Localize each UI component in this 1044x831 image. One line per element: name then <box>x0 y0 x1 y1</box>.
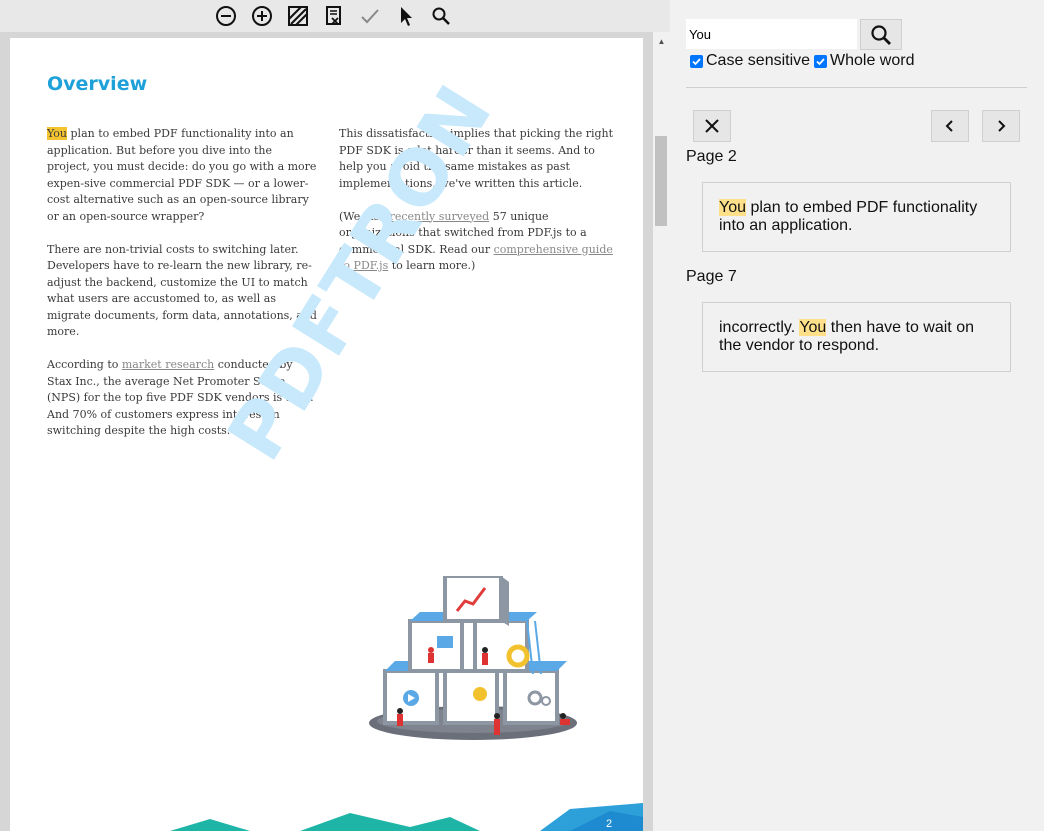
search-button[interactable] <box>860 19 902 50</box>
checkmark-button[interactable] <box>357 4 383 28</box>
paragraph: (We also recently surveyed 57 unique org… <box>339 209 613 273</box>
redact-button[interactable] <box>285 4 311 28</box>
pointer-icon <box>401 7 412 26</box>
zoom-out-button[interactable] <box>213 4 239 28</box>
search-input[interactable] <box>686 19 857 49</box>
zoom-in-icon <box>252 6 272 26</box>
scroll-up-arrow[interactable]: ▲ <box>653 34 670 48</box>
result-match-highlight: You <box>799 319 827 336</box>
illustration <box>369 576 577 740</box>
paragraph: There are non-trivial costs to switching… <box>47 242 317 339</box>
redact-icon <box>288 6 308 26</box>
result-page-label: Page 7 <box>686 268 737 285</box>
recently-surveyed-link[interactable]: recently surveyed <box>390 210 490 223</box>
previous-result-button[interactable] <box>931 110 969 142</box>
zoom-out-icon <box>216 6 236 26</box>
chevron-right-icon <box>998 120 1006 132</box>
whole-word-option[interactable]: Whole word <box>814 52 914 70</box>
search-icon <box>432 7 450 25</box>
result-page-label: Page 2 <box>686 148 737 165</box>
document-viewer: Overview You plan to embed PDF functiona… <box>0 0 670 831</box>
page-heading: Overview <box>47 73 148 95</box>
chevron-left-icon <box>945 120 953 132</box>
apply-redaction-button[interactable] <box>321 4 347 28</box>
checkmark-icon <box>816 57 825 65</box>
pdf-page: Overview You plan to embed PDF functiona… <box>10 38 643 831</box>
clear-search-button[interactable] <box>693 110 731 142</box>
search-tool-button[interactable] <box>428 4 454 28</box>
search-result-item[interactable]: incorrectly. You then have to wait on th… <box>702 302 1011 372</box>
vertical-scrollbar[interactable]: ▲ <box>653 32 670 831</box>
search-match-highlight: You <box>47 127 68 140</box>
whole-word-checkbox[interactable] <box>814 54 827 68</box>
page-number: 2 <box>606 818 613 830</box>
whole-word-label: Whole word <box>830 52 915 69</box>
pointer-button[interactable] <box>393 4 419 28</box>
divider <box>686 87 1027 88</box>
checkmark-icon <box>692 57 701 65</box>
viewer-toolbar <box>0 0 670 32</box>
close-icon <box>705 119 719 133</box>
scrollbar-thumb[interactable] <box>655 136 667 226</box>
paragraph: According to market research conducted b… <box>47 358 314 437</box>
case-sensitive-checkbox[interactable] <box>690 54 703 68</box>
paragraph: This dissatisfaction implies that pickin… <box>339 127 614 190</box>
case-sensitive-label: Case sensitive <box>706 52 811 69</box>
apply-redaction-icon <box>326 6 341 25</box>
text-column-left: You plan to embed PDF functionality into… <box>47 126 317 456</box>
zoom-in-button[interactable] <box>249 4 275 28</box>
search-result-item[interactable]: You plan to embed PDF functionality into… <box>702 182 1011 252</box>
result-match-highlight: You <box>719 199 746 216</box>
checkmark-icon <box>361 9 379 24</box>
footer-waves <box>170 803 643 831</box>
paragraph: You plan to embed PDF functionality into… <box>47 127 317 223</box>
market-research-link[interactable]: market research <box>122 358 214 371</box>
next-result-button[interactable] <box>982 110 1020 142</box>
text-column-right: This dissatisfaction implies that pickin… <box>339 126 614 291</box>
search-panel: Case sensitive Whole word Page 2 You pla… <box>670 0 1044 831</box>
search-icon <box>871 24 891 45</box>
case-sensitive-option[interactable]: Case sensitive <box>690 52 810 70</box>
